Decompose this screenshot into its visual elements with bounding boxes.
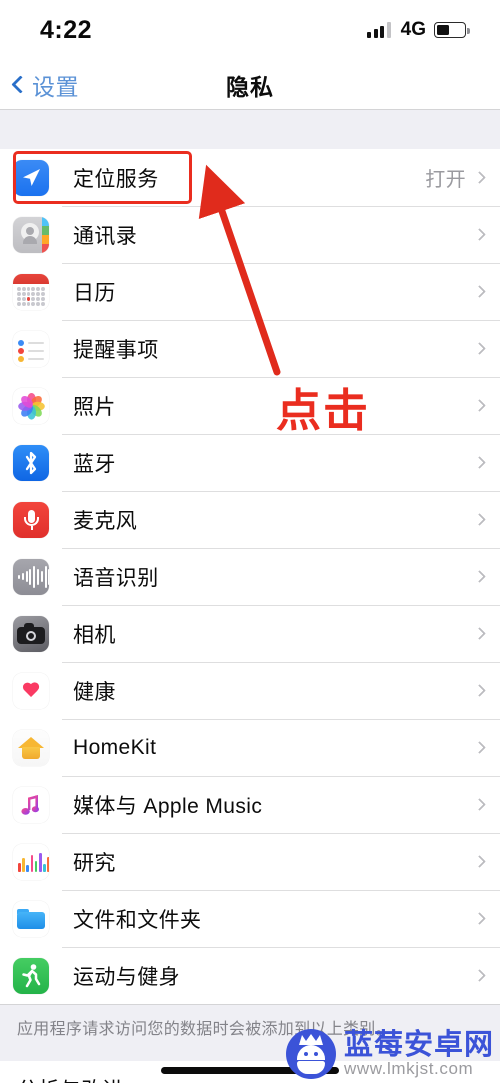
list-item-accessory bbox=[473, 399, 486, 412]
list-item-value: 打开 bbox=[425, 169, 466, 191]
network-type-label: 4G bbox=[400, 19, 426, 40]
chevron-right-icon bbox=[473, 684, 486, 697]
list-item-label: 定位服务 bbox=[73, 167, 159, 191]
list-item-accessory bbox=[473, 855, 486, 868]
iphone-screen: 4:22 4G 设置 隐私 定位服务 打开 通讯录 日历 提醒事项 照片 蓝牙 … bbox=[0, 0, 500, 1083]
list-item-reminders[interactable]: 提醒事项 bbox=[0, 320, 500, 377]
list-item-label: 语音识别 bbox=[73, 566, 159, 590]
list-item-label: 运动与健身 bbox=[73, 965, 180, 989]
list-top-spacer bbox=[0, 110, 500, 149]
back-button-label: 设置 bbox=[32, 73, 79, 100]
contacts-icon bbox=[13, 216, 49, 253]
chevron-right-icon bbox=[473, 285, 486, 298]
chevron-right-icon bbox=[473, 912, 486, 925]
list-item-label: 蓝牙 bbox=[73, 452, 116, 476]
list-item-media-apple-music[interactable]: 媒体与 Apple Music bbox=[0, 776, 500, 833]
list-item-label: HomeKit bbox=[73, 735, 157, 759]
list-item-label: 分析与改进 bbox=[17, 1074, 124, 1083]
photos-icon bbox=[13, 387, 49, 424]
back-button[interactable]: 设置 bbox=[11, 68, 79, 102]
signal-bars-icon bbox=[367, 22, 391, 38]
chevron-right-icon bbox=[473, 228, 486, 241]
list-item-accessory bbox=[473, 285, 486, 298]
health-icon bbox=[13, 672, 49, 709]
privacy-footer-note: 应用程序请求访问您的数据时会被添加到以上类别。 bbox=[0, 1004, 500, 1061]
chevron-left-icon bbox=[11, 75, 30, 94]
chevron-right-icon bbox=[473, 798, 486, 811]
fitness-icon bbox=[13, 957, 49, 994]
battery-icon bbox=[434, 22, 470, 38]
list-item-label: 相机 bbox=[73, 623, 116, 647]
list-item-calendar[interactable]: 日历 bbox=[0, 263, 500, 320]
list-item-research[interactable]: 研究 bbox=[0, 833, 500, 890]
list-item-photos[interactable]: 照片 bbox=[0, 377, 500, 434]
list-item-speech-recognition[interactable]: 语音识别 bbox=[0, 548, 500, 605]
list-item-bluetooth[interactable]: 蓝牙 bbox=[0, 434, 500, 491]
apple-music-icon bbox=[13, 786, 49, 823]
status-bar: 4:22 4G bbox=[0, 0, 500, 60]
microphone-icon bbox=[13, 501, 49, 538]
list-item-label: 文件和文件夹 bbox=[73, 908, 202, 932]
list-item-homekit[interactable]: HomeKit bbox=[0, 719, 500, 776]
reminders-icon bbox=[13, 330, 49, 367]
list-item-accessory bbox=[473, 228, 486, 241]
bluetooth-icon bbox=[13, 444, 49, 481]
list-item-health[interactable]: 健康 bbox=[0, 662, 500, 719]
chevron-right-icon bbox=[473, 171, 486, 184]
chevron-right-icon bbox=[473, 570, 486, 583]
list-item-motion-fitness[interactable]: 运动与健身 bbox=[0, 947, 500, 1004]
list-item-label: 研究 bbox=[73, 851, 116, 875]
navigation-bar: 设置 隐私 bbox=[0, 60, 500, 110]
list-item-label: 健康 bbox=[73, 680, 116, 704]
list-item-label: 照片 bbox=[73, 395, 116, 419]
list-item-accessory bbox=[473, 741, 486, 754]
list-item-contacts[interactable]: 通讯录 bbox=[0, 206, 500, 263]
list-item-accessory bbox=[473, 798, 486, 811]
chevron-right-icon bbox=[473, 741, 486, 754]
list-item-camera[interactable]: 相机 bbox=[0, 605, 500, 662]
list-item-location-services[interactable]: 定位服务 打开 bbox=[0, 149, 500, 206]
list-item-accessory bbox=[473, 684, 486, 697]
chevron-right-icon bbox=[473, 513, 486, 526]
list-item-accessory bbox=[473, 342, 486, 355]
status-bar-indicators: 4G bbox=[367, 19, 470, 41]
chevron-right-icon bbox=[473, 456, 486, 469]
list-item-label: 媒体与 Apple Music bbox=[73, 794, 263, 818]
calendar-icon bbox=[13, 273, 49, 310]
homekit-icon bbox=[13, 729, 49, 766]
list-item-accessory bbox=[473, 456, 486, 469]
speech-recognition-icon bbox=[13, 558, 49, 595]
list-item-accessory: 打开 bbox=[425, 163, 486, 192]
chevron-right-icon bbox=[473, 399, 486, 412]
chevron-right-icon bbox=[473, 627, 486, 640]
files-icon bbox=[13, 900, 49, 937]
list-item-label: 麦克风 bbox=[73, 509, 138, 533]
list-item-label: 提醒事项 bbox=[73, 338, 159, 362]
list-item-label: 通讯录 bbox=[73, 224, 138, 248]
status-bar-clock: 4:22 bbox=[40, 15, 93, 44]
chevron-right-icon bbox=[473, 855, 486, 868]
privacy-category-list: 定位服务 打开 通讯录 日历 提醒事项 照片 蓝牙 麦克风 语音识别 相机 健康… bbox=[0, 149, 500, 1004]
home-indicator[interactable] bbox=[161, 1067, 339, 1074]
research-icon bbox=[13, 843, 49, 880]
location-services-icon bbox=[13, 159, 49, 196]
list-item-accessory bbox=[473, 912, 486, 925]
list-item-microphone[interactable]: 麦克风 bbox=[0, 491, 500, 548]
chevron-right-icon bbox=[473, 342, 486, 355]
list-item-label: 日历 bbox=[73, 281, 116, 305]
list-item-accessory bbox=[473, 570, 486, 583]
list-item-files-and-folders[interactable]: 文件和文件夹 bbox=[0, 890, 500, 947]
list-item-accessory bbox=[473, 627, 486, 640]
list-item-accessory bbox=[473, 969, 486, 982]
camera-icon bbox=[13, 615, 49, 652]
chevron-right-icon bbox=[473, 969, 486, 982]
list-item-accessory bbox=[473, 513, 486, 526]
